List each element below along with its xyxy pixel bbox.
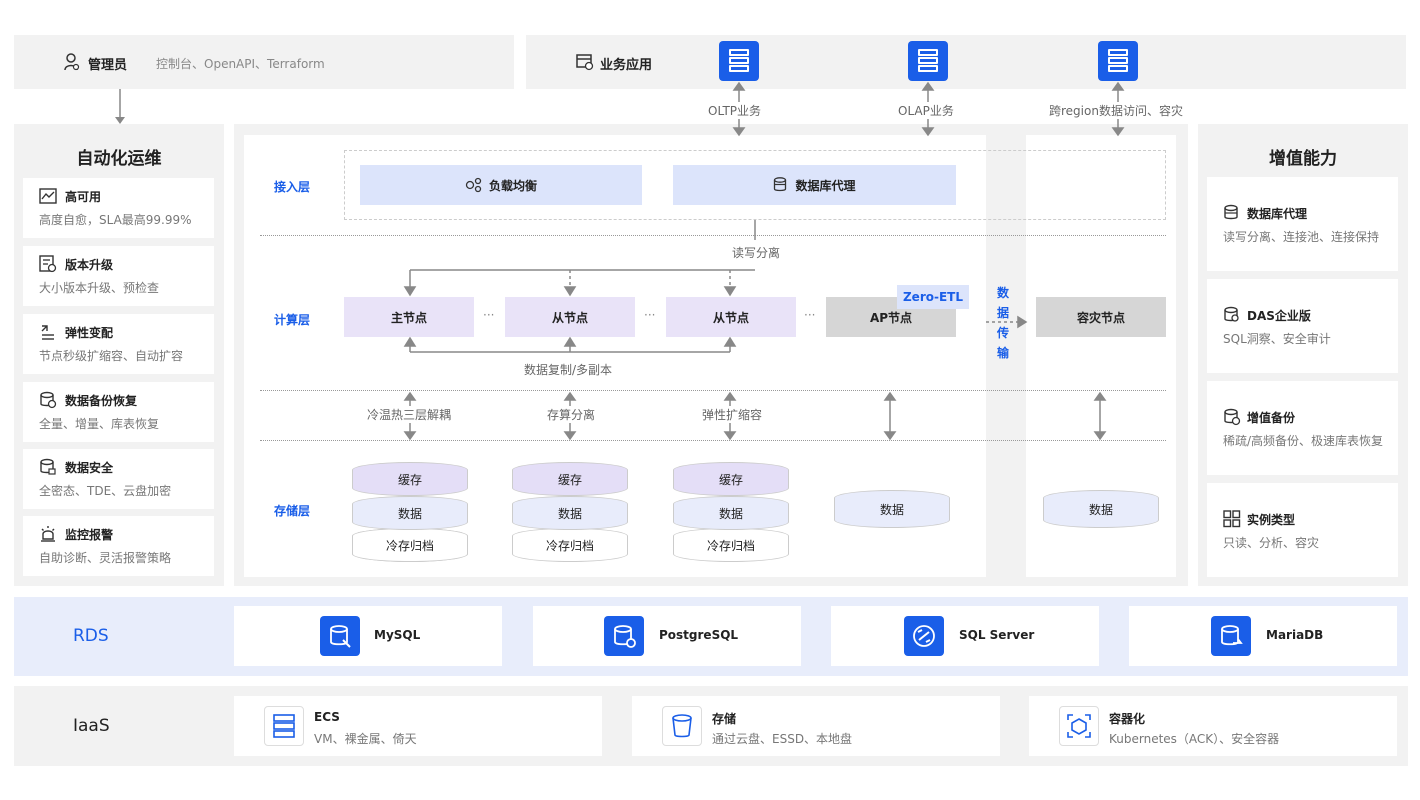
replica-node-1[interactable]: 从节点 bbox=[505, 297, 635, 337]
rds-label: RDS bbox=[73, 626, 109, 646]
postgresql-icon bbox=[604, 616, 644, 656]
iaas-card-ecs[interactable]: ECS VM、裸金属、倚天 bbox=[234, 696, 602, 756]
storage-feature-tiering: 冷温热三层解耦 bbox=[365, 406, 454, 423]
ecs-server-icon bbox=[264, 706, 304, 746]
storage-stack-2: 冷存归档 数据 缓存 bbox=[512, 456, 628, 562]
iaas-card-storage[interactable]: 存储 通过云盘、ESSD、本地盘 bbox=[632, 696, 1000, 756]
iaas-card-desc: VM、裸金属、倚天 bbox=[314, 732, 417, 746]
replica-node-2[interactable]: 从节点 bbox=[666, 297, 796, 337]
cache-tier: 缓存 bbox=[673, 462, 789, 496]
iaas-card-desc: 通过云盘、ESSD、本地盘 bbox=[712, 732, 853, 746]
dr-node[interactable]: 容灾节点 bbox=[1036, 297, 1166, 337]
engine-label: PostgreSQL bbox=[659, 628, 739, 642]
iaas-label: IaaS bbox=[73, 716, 110, 736]
engine-label: SQL Server bbox=[959, 628, 1035, 642]
replica-node-label: 从节点 bbox=[712, 310, 749, 325]
engine-card-postgresql[interactable]: PostgreSQL bbox=[533, 606, 801, 666]
iaas-card-title: 容器化 bbox=[1109, 712, 1146, 726]
storage-dr: 数据 bbox=[1043, 488, 1159, 528]
rw-split-label: 读写分离 bbox=[730, 244, 783, 261]
container-icon bbox=[1059, 706, 1099, 746]
cold-tier: 冷存归档 bbox=[512, 528, 628, 562]
data-tier: 数据 bbox=[352, 496, 468, 530]
divider-storage bbox=[260, 440, 1166, 441]
layer-label-compute: 计算层 bbox=[274, 313, 311, 327]
transfer-char: 数 bbox=[996, 286, 1009, 300]
mysql-icon bbox=[320, 616, 360, 656]
transfer-char: 传 bbox=[996, 326, 1009, 340]
mariadb-icon bbox=[1211, 616, 1251, 656]
engine-card-sqlserver[interactable]: SQL Server bbox=[831, 606, 1099, 666]
primary-node[interactable]: 主节点 bbox=[344, 297, 474, 337]
data-tier: 数据 bbox=[673, 496, 789, 530]
storage-stack-3: 冷存归档 数据 缓存 bbox=[673, 456, 789, 562]
data-tier: 数据 bbox=[1043, 490, 1159, 528]
replication-label: 数据复制/多副本 bbox=[522, 361, 615, 378]
replica-node-label: 从节点 bbox=[551, 310, 588, 325]
iaas-card-desc: Kubernetes（ACK）、安全容器 bbox=[1109, 732, 1280, 746]
primary-node-label: 主节点 bbox=[390, 310, 427, 325]
bucket-icon bbox=[662, 706, 702, 746]
divider-compute bbox=[260, 390, 1166, 391]
cold-tier: 冷存归档 bbox=[673, 528, 789, 562]
cache-tier: 缓存 bbox=[352, 462, 468, 496]
ellipsis-2: ··· bbox=[644, 308, 656, 322]
storage-stack-1: 缓存 冷存归档 数据 缓存 bbox=[352, 456, 468, 562]
sqlserver-icon bbox=[904, 616, 944, 656]
transfer-char: 输 bbox=[996, 346, 1009, 360]
ap-node-label: AP节点 bbox=[869, 310, 913, 325]
iaas-card-title: ECS bbox=[314, 710, 340, 724]
engine-card-mariadb[interactable]: MariaDB bbox=[1129, 606, 1397, 666]
cold-tier: 冷存归档 bbox=[352, 528, 468, 562]
engine-label: MySQL bbox=[374, 628, 421, 642]
iaas-card-title: 存储 bbox=[712, 712, 737, 726]
storage-ap: 数据 bbox=[834, 488, 950, 528]
iaas-card-container[interactable]: 容器化 Kubernetes（ACK）、安全容器 bbox=[1029, 696, 1397, 756]
zero-etl-badge: Zero-ETL bbox=[897, 285, 969, 309]
ellipsis-3: ··· bbox=[804, 308, 816, 322]
engine-card-mysql[interactable]: MySQL bbox=[234, 606, 502, 666]
data-tier: 数据 bbox=[834, 490, 950, 528]
ellipsis-1: ··· bbox=[483, 308, 495, 322]
layer-label-storage: 存储层 bbox=[274, 504, 311, 518]
data-transfer-label: 数 据 传 输 bbox=[995, 283, 1011, 363]
transfer-char: 据 bbox=[996, 306, 1009, 320]
engine-label: MariaDB bbox=[1266, 628, 1324, 642]
cache-tier: 缓存 bbox=[512, 462, 628, 496]
dr-node-label: 容灾节点 bbox=[1076, 310, 1125, 325]
data-tier: 数据 bbox=[512, 496, 628, 530]
storage-feature-separation: 存算分离 bbox=[545, 406, 598, 423]
storage-feature-elastic: 弹性扩缩容 bbox=[700, 406, 765, 423]
